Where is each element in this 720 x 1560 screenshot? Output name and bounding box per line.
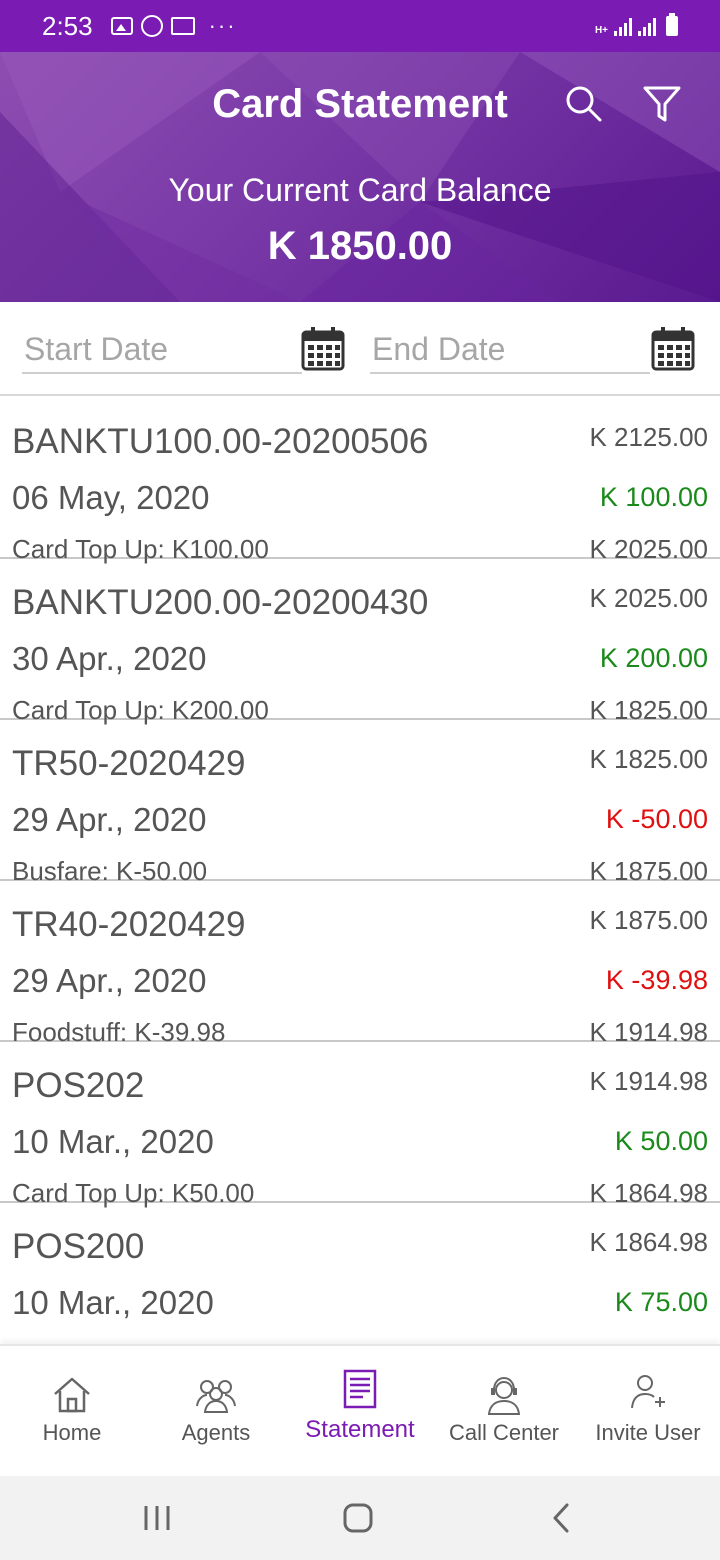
back-button[interactable] — [540, 1496, 584, 1540]
mail-icon — [170, 17, 195, 35]
transaction-amount: K 100.00 — [599, 482, 708, 512]
page-title: Card Statement — [212, 82, 508, 126]
nav-item-agents[interactable]: Agents — [144, 1346, 288, 1476]
filter-icon — [643, 86, 681, 122]
transaction-reference: POS200 — [12, 1227, 145, 1266]
calendar-icon — [651, 327, 695, 371]
transaction-row[interactable]: POS200 K 1864.98 10 Mar., 2020 K 75.00 — [0, 1203, 720, 1344]
nav-item-call-center[interactable]: Call Center — [432, 1346, 576, 1476]
balance-value: K 1850.00 — [267, 224, 453, 268]
nav-label-statement: Statement — [305, 1416, 415, 1443]
home-icon — [54, 1377, 90, 1413]
recents-button[interactable] — [136, 1496, 180, 1540]
gallery-icon — [110, 17, 133, 35]
search-button[interactable] — [562, 82, 606, 126]
transaction-date: 06 May, 2020 — [12, 479, 210, 516]
app-screen: 2:53 ··· H+ Card Statement Your Current … — [0, 0, 720, 1560]
system-navigation-bar — [0, 1476, 720, 1560]
transaction-row[interactable]: BANKTU200.00-20200430 K 2025.00 30 Apr.,… — [0, 559, 720, 725]
start-date-input[interactable] — [22, 326, 302, 374]
calendar-icon — [301, 327, 345, 371]
back-icon — [553, 1503, 569, 1533]
home-button-icon — [343, 1503, 373, 1533]
start-date-calendar-button[interactable] — [300, 324, 346, 372]
balance-before: K 1914.98 — [589, 1066, 708, 1096]
battery-icon — [666, 13, 678, 36]
search-icon — [566, 86, 602, 122]
balance-label: Your Current Card Balance — [168, 172, 552, 208]
home-system-button[interactable] — [336, 1496, 380, 1540]
agents-icon — [196, 1380, 236, 1413]
bottom-navigation: Home Agents Statement Call Center Invite… — [0, 1344, 720, 1476]
transaction-reference: POS202 — [12, 1066, 145, 1105]
transaction-date: 29 Apr., 2020 — [12, 801, 207, 838]
statement-icon — [343, 1369, 377, 1409]
transaction-date: 10 Mar., 2020 — [12, 1284, 214, 1321]
nav-label-agents: Agents — [181, 1420, 251, 1445]
balance-before: K 1825.00 — [589, 744, 708, 774]
recents-icon — [144, 1506, 170, 1530]
transaction-reference: BANKTU200.00-20200430 — [12, 583, 429, 622]
transaction-date: 29 Apr., 2020 — [12, 962, 207, 999]
nav-item-home[interactable]: Home — [0, 1346, 144, 1476]
call-center-icon — [487, 1376, 521, 1415]
balance-before: K 2125.00 — [589, 422, 708, 452]
transaction-date: 30 Apr., 2020 — [12, 640, 207, 677]
system-icons: H+ — [594, 13, 678, 36]
transaction-date: 10 Mar., 2020 — [12, 1123, 214, 1160]
status-time: 2:53 — [42, 10, 93, 41]
transaction-reference: TR40-2020429 — [12, 905, 246, 944]
status-bar: 2:53 ··· H+ — [0, 0, 720, 52]
date-filter-row — [0, 302, 720, 396]
transaction-row[interactable]: POS202 K 1914.98 10 Mar., 2020 K 50.00 C… — [0, 1042, 720, 1208]
filter-button[interactable] — [640, 82, 684, 126]
signal-icon-2 — [638, 18, 656, 36]
transaction-row[interactable]: BANKTU100.00-20200506 K 2125.00 06 May, … — [0, 398, 720, 564]
signal-icon — [614, 18, 632, 36]
transaction-amount: K 75.00 — [614, 1287, 708, 1317]
nav-label-call-center: Call Center — [448, 1420, 560, 1445]
nav-item-invite-user[interactable]: Invite User — [576, 1346, 720, 1476]
more-notifications-icon: ··· — [208, 13, 237, 38]
transaction-row[interactable]: TR40-2020429 K 1875.00 29 Apr., 2020 K -… — [0, 881, 720, 1047]
transaction-reference: TR50-2020429 — [12, 744, 246, 783]
transaction-amount: K -50.00 — [605, 804, 708, 834]
nav-label-home: Home — [42, 1420, 102, 1445]
end-date-input[interactable] — [370, 326, 650, 374]
end-date-calendar-button[interactable] — [650, 324, 696, 372]
balance-before: K 2025.00 — [589, 583, 708, 613]
balance-before: K 1875.00 — [589, 905, 708, 935]
invite-user-icon — [631, 1375, 665, 1409]
app-header: Card Statement Your Current Card Balance… — [0, 52, 720, 302]
transaction-amount: K -39.98 — [605, 965, 708, 995]
transaction-amount: K 200.00 — [599, 643, 708, 673]
transaction-amount: K 50.00 — [614, 1126, 708, 1156]
transaction-reference: BANKTU100.00-20200506 — [12, 422, 429, 461]
transaction-row[interactable]: TR50-2020429 K 1825.00 29 Apr., 2020 K -… — [0, 720, 720, 886]
transaction-list[interactable]: BANKTU100.00-20200506 K 2125.00 06 May, … — [0, 398, 720, 1344]
nav-item-statement[interactable]: Statement — [288, 1346, 432, 1476]
balance-before: K 1864.98 — [589, 1227, 708, 1257]
whatsapp-icon — [140, 15, 163, 37]
nav-label-invite-user: Invite User — [595, 1420, 701, 1445]
network-type: H+ — [594, 25, 608, 36]
notification-icons: ··· — [110, 13, 237, 39]
